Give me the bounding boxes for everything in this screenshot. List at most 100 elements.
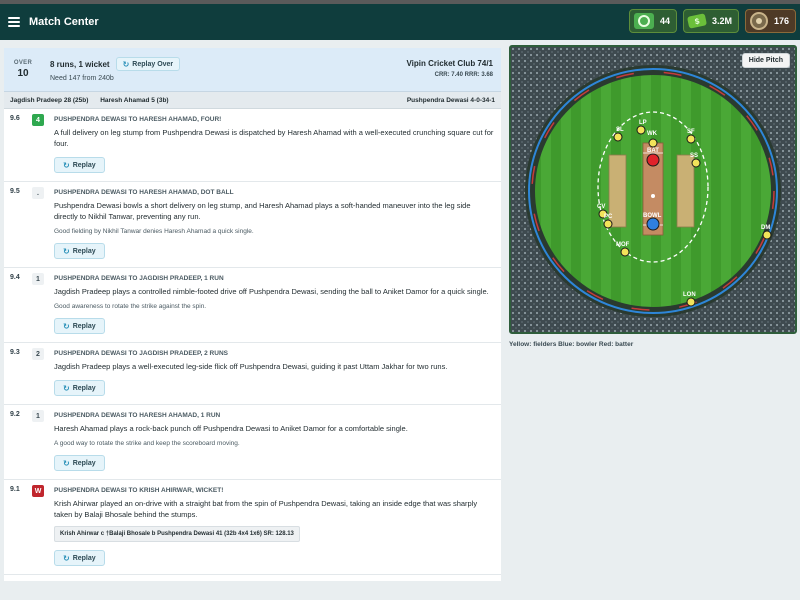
ball-heading: PUSHPENDRA DEWASI TO HARESH AHAMAD, 1 RU… (54, 412, 221, 419)
fielder-label: SS (690, 153, 698, 159)
replay-label: Replay (72, 384, 96, 392)
replay-button[interactable]: ↻ Replay (54, 455, 105, 471)
ball-entry: 9.3 2 PUSHPENDRA DEWASI TO JAGDISH PRADEEP… (4, 343, 501, 405)
over-box: OVER 10 (6, 60, 40, 79)
ball-result-badge: 1 (32, 273, 44, 285)
badge-value: 176 (773, 16, 789, 26)
ball-entry: 9.1 W PUSHPENDRA DEWASI TO KRISH AHIRWAR, … (4, 480, 501, 575)
ball-result-badge: 4 (32, 114, 44, 126)
gems-value: 44 (659, 16, 670, 26)
fielder-marker (603, 219, 613, 229)
ball-entry: 9.5. PUSHPENDRA DEWASI TO HARESH AHAMAD, … (4, 182, 501, 268)
ball-note: A good way to rotate the strike and keep… (54, 440, 240, 447)
over-runs-summary: 8 runs, 1 wicket (50, 59, 110, 69)
ball-commentary-list: 9.6 4 PUSHPENDRA DEWASI TO HARESH AHAMAD, … (4, 109, 501, 581)
ball-entry: 9.6 4 PUSHPENDRA DEWASI TO HARESH AHAMAD, … (4, 109, 501, 182)
fielder-marker (686, 134, 696, 144)
ball-description: Krish Ahirwar played an on-drive with a … (54, 499, 478, 519)
fielder-marker (620, 247, 630, 257)
replay-button[interactable]: ↻ Replay (54, 318, 105, 334)
ball-number: 9.4 (10, 274, 20, 281)
badge-icon (749, 12, 768, 30)
replay-label: Replay (72, 459, 96, 467)
replay-over-label: Replay Over (132, 60, 174, 68)
replay-button[interactable]: ↻ Replay (54, 550, 105, 566)
over-number: 10 (17, 68, 29, 79)
replay-icon: ↻ (63, 458, 70, 468)
replay-icon: ↻ (63, 160, 70, 170)
fielder-marker (613, 132, 623, 142)
ball-number: 9.3 (10, 349, 20, 356)
ball-note: Good fielding by Nikhil Tanwar denies Ha… (54, 228, 254, 235)
ball-result-badge: 2 (32, 348, 44, 360)
fielder-label: LON (683, 292, 696, 298)
ball-heading: PUSHPENDRA DEWASI TO HARESH AHAMAD, DOT … (54, 189, 234, 196)
over-label: OVER (13, 60, 33, 66)
ball-entry: 9.4 1 PUSHPENDRA DEWASI TO JAGDISH PRADEEP… (4, 268, 501, 343)
cash-icon (686, 13, 708, 29)
ball-note: Good awareness to rotate the strike agai… (54, 303, 207, 310)
fielder-label: MOF (616, 242, 630, 248)
replay-icon: ↻ (63, 246, 70, 256)
hamburger-menu-icon[interactable] (8, 17, 20, 27)
fielder-label: CV (597, 204, 605, 210)
replay-button[interactable]: ↻ Replay (54, 157, 105, 173)
hide-pitch-button[interactable]: Hide Pitch (741, 53, 790, 68)
team-score-block: Vipin Cricket Club 74/1 CRR: 7.40 RRR: 3… (406, 59, 493, 78)
over-header: OVER 10 8 runs, 1 wicket ↻ Replay Over N… (4, 48, 501, 92)
ball-entry: 9.2 1 PUSHPENDRA DEWASI TO HARESH AHAMAD, … (4, 405, 501, 480)
over-summary: 8 runs, 1 wicket ↻ Replay Over Need 147 … (50, 57, 181, 82)
cash-stat[interactable]: 3.2M (682, 9, 739, 33)
batter-label: BAT (647, 148, 659, 154)
ball-description: Pushpendra Dewasi bowls a short delivery… (54, 201, 471, 221)
bowler-label: BOWL (643, 213, 662, 219)
ball-result-badge: 1 (32, 410, 44, 422)
gems-icon (633, 13, 654, 29)
fielder-label: LP (639, 120, 647, 126)
replay-icon: ↻ (63, 321, 70, 331)
fielder-marker (686, 297, 696, 307)
replay-button[interactable]: ↻ Replay (54, 380, 105, 396)
fielder-marker (636, 125, 646, 135)
ball-heading: PUSHPENDRA DEWASI TO JAGDISH PRADEEP, 2 … (54, 350, 228, 357)
ball-description: Haresh Ahamad plays a rock-back punch of… (54, 424, 408, 433)
target-need-text: Need 147 from 240b (50, 75, 114, 82)
top-bar: Match Center 44 3.2M 176 (0, 4, 800, 40)
ball-number: 9.5 (10, 188, 20, 195)
run-rates: CRR: 7.40 RRR: 3.68 (434, 72, 493, 78)
fielder-label: DM (761, 225, 770, 231)
replay-label: Replay (72, 554, 96, 562)
stats-bar: 44 3.2M 176 (628, 9, 796, 33)
replay-button[interactable]: ↻ Replay (54, 243, 105, 259)
bowler-figures: Pushpendra Dewasi 4-0-34-1 (406, 96, 495, 104)
badge-stat[interactable]: 176 (744, 9, 796, 33)
fielder-marker (691, 158, 701, 168)
replay-label: Replay (72, 161, 96, 169)
app-title: Match Center (29, 16, 99, 28)
fielder-label: SF (687, 129, 695, 135)
ball-number: 9.2 (10, 411, 20, 418)
replay-icon: ↻ (63, 553, 70, 563)
ball-marker (651, 194, 655, 198)
replay-icon: ↻ (122, 59, 130, 69)
pitch-legend: Yellow: fielders Blue: bowler Red: batte… (509, 341, 634, 348)
replay-over-button[interactable]: ↻ Replay Over (115, 57, 181, 71)
replay-label: Replay (72, 322, 96, 330)
ball-result-badge: W (32, 485, 44, 497)
batter-marker (646, 153, 660, 167)
fielder-label: WK (647, 131, 658, 137)
ball-description: Jagdish Pradeep plays a controlled nimbl… (54, 287, 489, 296)
fielder-marker (648, 138, 658, 148)
dismissal-summary: Krish Ahirwar c †Balaji Bhosale b Pushpe… (54, 526, 300, 542)
team-score: Vipin Cricket Club 74/1 (406, 59, 493, 68)
gems-stat[interactable]: 44 (628, 9, 677, 33)
ball-number: 9.6 (10, 115, 20, 122)
ball-heading: PUSHPENDRA DEWASI TO JAGDISH PRADEEP, 1 … (54, 275, 224, 282)
fielder-label: PC (604, 214, 613, 220)
bowler-marker (646, 217, 660, 231)
commentary-panel: OVER 10 8 runs, 1 wicket ↻ Replay Over N… (4, 48, 501, 600)
fielder-marker (762, 230, 772, 240)
ball-heading: PUSHPENDRA DEWASI TO KRISH AHIRWAR, WICK… (54, 487, 224, 494)
ball-result-badge: . (32, 187, 44, 199)
ball-heading: PUSHPENDRA DEWASI TO HARESH AHAMAD, FOUR… (54, 116, 222, 123)
